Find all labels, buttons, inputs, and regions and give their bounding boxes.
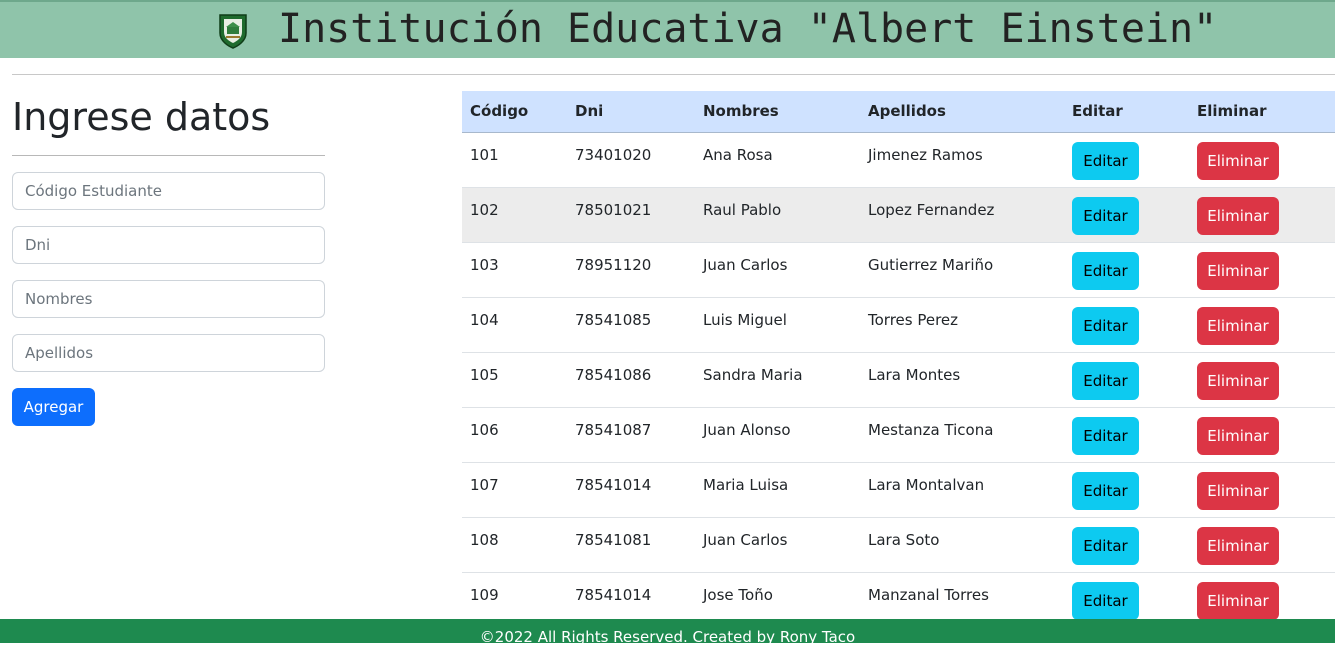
cell-editar: Editar xyxy=(1064,242,1189,298)
cell-apellidos: Mestanza Ticona xyxy=(860,407,1064,463)
site-footer: ©2022 All Rights Reserved. Created by Ro… xyxy=(0,619,1335,646)
cell-apellidos: Lara Montalvan xyxy=(860,462,1064,518)
cell-nombres: Luis Miguel xyxy=(695,297,860,353)
cell-nombres: Maria Luisa xyxy=(695,462,860,518)
cell-eliminar: Eliminar xyxy=(1189,297,1335,353)
cell-nombres: Juan Alonso xyxy=(695,407,860,463)
cell-apellidos: Gutierrez Mariño xyxy=(860,242,1064,298)
cell-codigo: 105 xyxy=(462,352,567,408)
cell-nombres: Ana Rosa xyxy=(695,132,860,188)
editar-button[interactable]: Editar xyxy=(1072,526,1139,565)
editar-button[interactable]: Editar xyxy=(1072,141,1139,180)
footer-text: ©2022 All Rights Reserved. Created by Ro… xyxy=(479,628,856,646)
editar-button[interactable]: Editar xyxy=(1072,196,1139,235)
table-row: 102 78501021 Raul Pablo Lopez Fernandez Edit… xyxy=(462,187,1335,243)
cell-apellidos: Lara Montes xyxy=(860,352,1064,408)
header-dni: Dni xyxy=(567,91,695,133)
cell-apellidos: Lara Soto xyxy=(860,517,1064,573)
table-row: 101 73401020 Ana Rosa Jimenez Ramos Editar El… xyxy=(462,132,1335,188)
cell-editar: Editar xyxy=(1064,132,1189,188)
cell-codigo: 101 xyxy=(462,132,567,188)
cell-dni: 78951120 xyxy=(567,242,695,298)
eliminar-button[interactable]: Eliminar xyxy=(1197,581,1279,620)
cell-dni: 78541086 xyxy=(567,352,695,408)
cell-eliminar: Eliminar xyxy=(1189,517,1335,573)
cell-dni: 78541014 xyxy=(567,462,695,518)
cell-nombres: Juan Carlos xyxy=(695,517,860,573)
header-apellidos: Apellidos xyxy=(860,91,1064,133)
table-row: 103 78951120 Juan Carlos Gutierrez Mariño Ed… xyxy=(462,242,1335,298)
form-divider xyxy=(12,155,325,156)
eliminar-button[interactable]: Eliminar xyxy=(1197,361,1279,400)
cell-apellidos: Jimenez Ramos xyxy=(860,132,1064,188)
cell-dni: 78541085 xyxy=(567,297,695,353)
cell-nombres: Raul Pablo xyxy=(695,187,860,243)
eliminar-button[interactable]: Eliminar xyxy=(1197,196,1279,235)
codigo-input[interactable] xyxy=(12,172,325,210)
header-codigo: Código xyxy=(462,91,567,133)
table-row: 106 78541087 Juan Alonso Mestanza Ticona Edi… xyxy=(462,407,1335,463)
cell-nombres: Juan Carlos xyxy=(695,242,860,298)
cell-codigo: 106 xyxy=(462,407,567,463)
eliminar-button[interactable]: Eliminar xyxy=(1197,306,1279,345)
editar-button[interactable]: Editar xyxy=(1072,416,1139,455)
editar-button[interactable]: Editar xyxy=(1072,361,1139,400)
cell-codigo: 108 xyxy=(462,517,567,573)
cell-editar: Editar xyxy=(1064,517,1189,573)
divider xyxy=(12,74,1335,75)
cell-dni: 78541087 xyxy=(567,407,695,463)
editar-button[interactable]: Editar xyxy=(1072,581,1139,620)
cell-editar: Editar xyxy=(1064,462,1189,518)
eliminar-button[interactable]: Eliminar xyxy=(1197,251,1279,290)
eliminar-button[interactable]: Eliminar xyxy=(1197,141,1279,180)
cell-editar: Editar xyxy=(1064,407,1189,463)
header-editar: Editar xyxy=(1064,91,1189,133)
eliminar-button[interactable]: Eliminar xyxy=(1197,526,1279,565)
page-title: Institución Educativa "Albert Einstein" xyxy=(278,6,1218,52)
school-shield-icon xyxy=(219,14,247,49)
cell-editar: Editar xyxy=(1064,297,1189,353)
table-row: 107 78541014 Maria Luisa Lara Montalvan Edit… xyxy=(462,462,1335,518)
table-row: 108 78541081 Juan Carlos Lara Soto Editar Eli… xyxy=(462,517,1335,573)
cell-codigo: 103 xyxy=(462,242,567,298)
editar-button[interactable]: Editar xyxy=(1072,251,1139,290)
cell-eliminar: Eliminar xyxy=(1189,132,1335,188)
cell-editar: Editar xyxy=(1064,352,1189,408)
cell-nombres: Sandra Maria xyxy=(695,352,860,408)
editar-button[interactable]: Editar xyxy=(1072,471,1139,510)
form-title: Ingrese datos xyxy=(12,95,271,139)
cell-eliminar: Eliminar xyxy=(1189,462,1335,518)
cell-dni: 73401020 xyxy=(567,132,695,188)
cell-codigo: 102 xyxy=(462,187,567,243)
table-row: 104 78541085 Luis Miguel Torres Perez Editar… xyxy=(462,297,1335,353)
eliminar-button[interactable]: Eliminar xyxy=(1197,471,1279,510)
cell-eliminar: Eliminar xyxy=(1189,407,1335,463)
cell-editar: Editar xyxy=(1064,187,1189,243)
cell-dni: 78501021 xyxy=(567,187,695,243)
nombres-input[interactable] xyxy=(12,280,325,318)
apellidos-input[interactable] xyxy=(12,334,325,372)
dni-input[interactable] xyxy=(12,226,325,264)
table-header-row: Código Dni Nombres Apellidos Editar Elim… xyxy=(462,91,1335,133)
header-nombres: Nombres xyxy=(695,91,860,133)
students-table: Código Dni Nombres Apellidos Editar Elim… xyxy=(462,91,1335,628)
site-header: Institución Educativa "Albert Einstein" xyxy=(0,0,1335,58)
header-eliminar: Eliminar xyxy=(1189,91,1335,133)
cell-apellidos: Lopez Fernandez xyxy=(860,187,1064,243)
editar-button[interactable]: Editar xyxy=(1072,306,1139,345)
agregar-button[interactable]: Agregar xyxy=(12,388,95,426)
cell-eliminar: Eliminar xyxy=(1189,242,1335,298)
cell-dni: 78541081 xyxy=(567,517,695,573)
cell-codigo: 107 xyxy=(462,462,567,518)
cell-eliminar: Eliminar xyxy=(1189,187,1335,243)
eliminar-button[interactable]: Eliminar xyxy=(1197,416,1279,455)
cell-eliminar: Eliminar xyxy=(1189,352,1335,408)
cell-apellidos: Torres Perez xyxy=(860,297,1064,353)
cell-codigo: 104 xyxy=(462,297,567,353)
table-row: 105 78541086 Sandra Maria Lara Montes Editar… xyxy=(462,352,1335,408)
